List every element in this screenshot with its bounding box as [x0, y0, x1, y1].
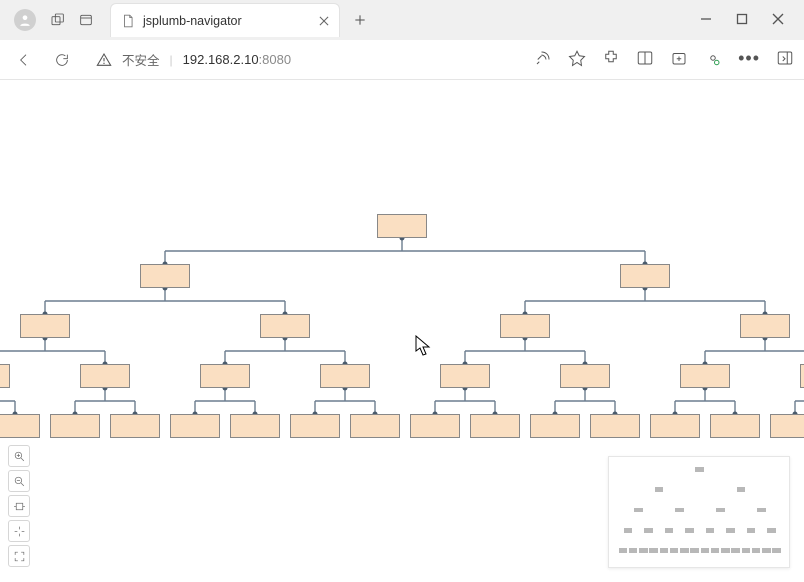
toolbar-right: ••• [534, 49, 794, 70]
tree-node[interactable] [530, 414, 580, 438]
minimap-node [685, 528, 694, 533]
window-controls [700, 13, 798, 28]
tab-actions-icon[interactable] [72, 6, 100, 34]
favorite-icon[interactable] [568, 49, 586, 70]
toolbar: 不安全 | 192.168.2.10:8080 ••• [0, 40, 804, 80]
tree-node[interactable] [230, 414, 280, 438]
url-host: 192.168.2.10 [183, 52, 259, 67]
tree-node[interactable] [110, 414, 160, 438]
tree-node[interactable] [350, 414, 400, 438]
minimap-node [762, 548, 771, 553]
tree-node[interactable] [200, 364, 250, 388]
minimap-node [690, 548, 699, 553]
minimap-node [629, 548, 638, 553]
minimap-node [701, 548, 710, 553]
tree-node[interactable] [20, 314, 70, 338]
minimap-node [695, 467, 704, 472]
tree-node[interactable] [320, 364, 370, 388]
minimap-node [660, 548, 669, 553]
zoom-out-button[interactable] [8, 470, 30, 492]
tree-node[interactable] [500, 314, 550, 338]
tree-node[interactable] [0, 364, 10, 388]
maximize-button[interactable] [736, 13, 748, 28]
minimap-node [726, 528, 735, 533]
fullscreen-button[interactable] [8, 545, 30, 567]
address-bar[interactable]: 不安全 | 192.168.2.10:8080 [96, 50, 291, 69]
unsafe-icon [96, 52, 112, 68]
minimap-node [752, 548, 761, 553]
navigator-minimap[interactable] [608, 456, 790, 568]
minimap-node [644, 528, 653, 533]
browser-tab[interactable]: jsplumb-navigator [110, 3, 340, 37]
profile-icon[interactable] [14, 9, 36, 31]
minimap-node [639, 548, 648, 553]
minimap-node [716, 508, 725, 513]
collections-icon[interactable] [670, 49, 688, 70]
tab-title: jsplumb-navigator [143, 14, 309, 28]
workspaces-icon[interactable] [44, 6, 72, 34]
split-screen-icon[interactable] [636, 49, 654, 70]
refresh-button[interactable] [48, 46, 76, 74]
recenter-button[interactable] [8, 520, 30, 542]
tree-node[interactable] [590, 414, 640, 438]
new-tab-button[interactable] [346, 6, 374, 34]
minimap-node [747, 528, 756, 533]
tree-node[interactable] [80, 364, 130, 388]
minimap-node [737, 487, 746, 492]
minimap-node [767, 528, 776, 533]
tree-node[interactable] [710, 414, 760, 438]
minimap-node [655, 487, 664, 492]
minimap-node [670, 548, 679, 553]
sidebar-toggle-icon[interactable] [776, 49, 794, 70]
tree-node[interactable] [290, 414, 340, 438]
tree-node[interactable] [650, 414, 700, 438]
zoom-controls [8, 445, 30, 567]
read-aloud-icon[interactable] [534, 49, 552, 70]
url-port: :8080 [259, 52, 292, 67]
security-label: 不安全 [122, 50, 160, 69]
minimap-node [757, 508, 766, 513]
tree-node[interactable] [260, 314, 310, 338]
minimap-node [634, 508, 643, 513]
tree-node[interactable] [680, 364, 730, 388]
minimap-node [665, 528, 674, 533]
tree-node[interactable] [0, 414, 40, 438]
tree-node[interactable] [50, 414, 100, 438]
minimap-node [680, 548, 689, 553]
minimap-node [649, 548, 658, 553]
close-tab-icon[interactable] [317, 14, 331, 28]
minimap-node [675, 508, 684, 513]
extensions-icon[interactable] [602, 49, 620, 70]
minimap-node [706, 528, 715, 533]
zoom-in-button[interactable] [8, 445, 30, 467]
tree-node[interactable] [560, 364, 610, 388]
minimize-button[interactable] [700, 13, 712, 28]
separator: | [170, 53, 173, 67]
more-button[interactable]: ••• [738, 53, 760, 67]
minimap-node [731, 548, 740, 553]
minimap-node [772, 548, 781, 553]
minimap-node [624, 528, 633, 533]
page-icon [121, 14, 135, 28]
tree-node[interactable] [470, 414, 520, 438]
minimap-node [711, 548, 720, 553]
close-window-button[interactable] [772, 13, 784, 28]
tree-node[interactable] [770, 414, 804, 438]
page-viewport[interactable] [0, 80, 804, 582]
performance-icon[interactable] [704, 49, 722, 70]
tree-node[interactable] [170, 414, 220, 438]
minimap-node [619, 548, 628, 553]
fit-to-width-button[interactable] [8, 495, 30, 517]
tree-node[interactable] [620, 264, 670, 288]
tree-node[interactable] [140, 264, 190, 288]
titlebar: jsplumb-navigator [0, 0, 804, 40]
tree-node[interactable] [377, 214, 427, 238]
tree-node[interactable] [800, 364, 804, 388]
tree-node[interactable] [410, 414, 460, 438]
minimap-node [721, 548, 730, 553]
minimap-node [742, 548, 751, 553]
tree-node[interactable] [740, 314, 790, 338]
back-button[interactable] [10, 46, 38, 74]
tree-node[interactable] [440, 364, 490, 388]
